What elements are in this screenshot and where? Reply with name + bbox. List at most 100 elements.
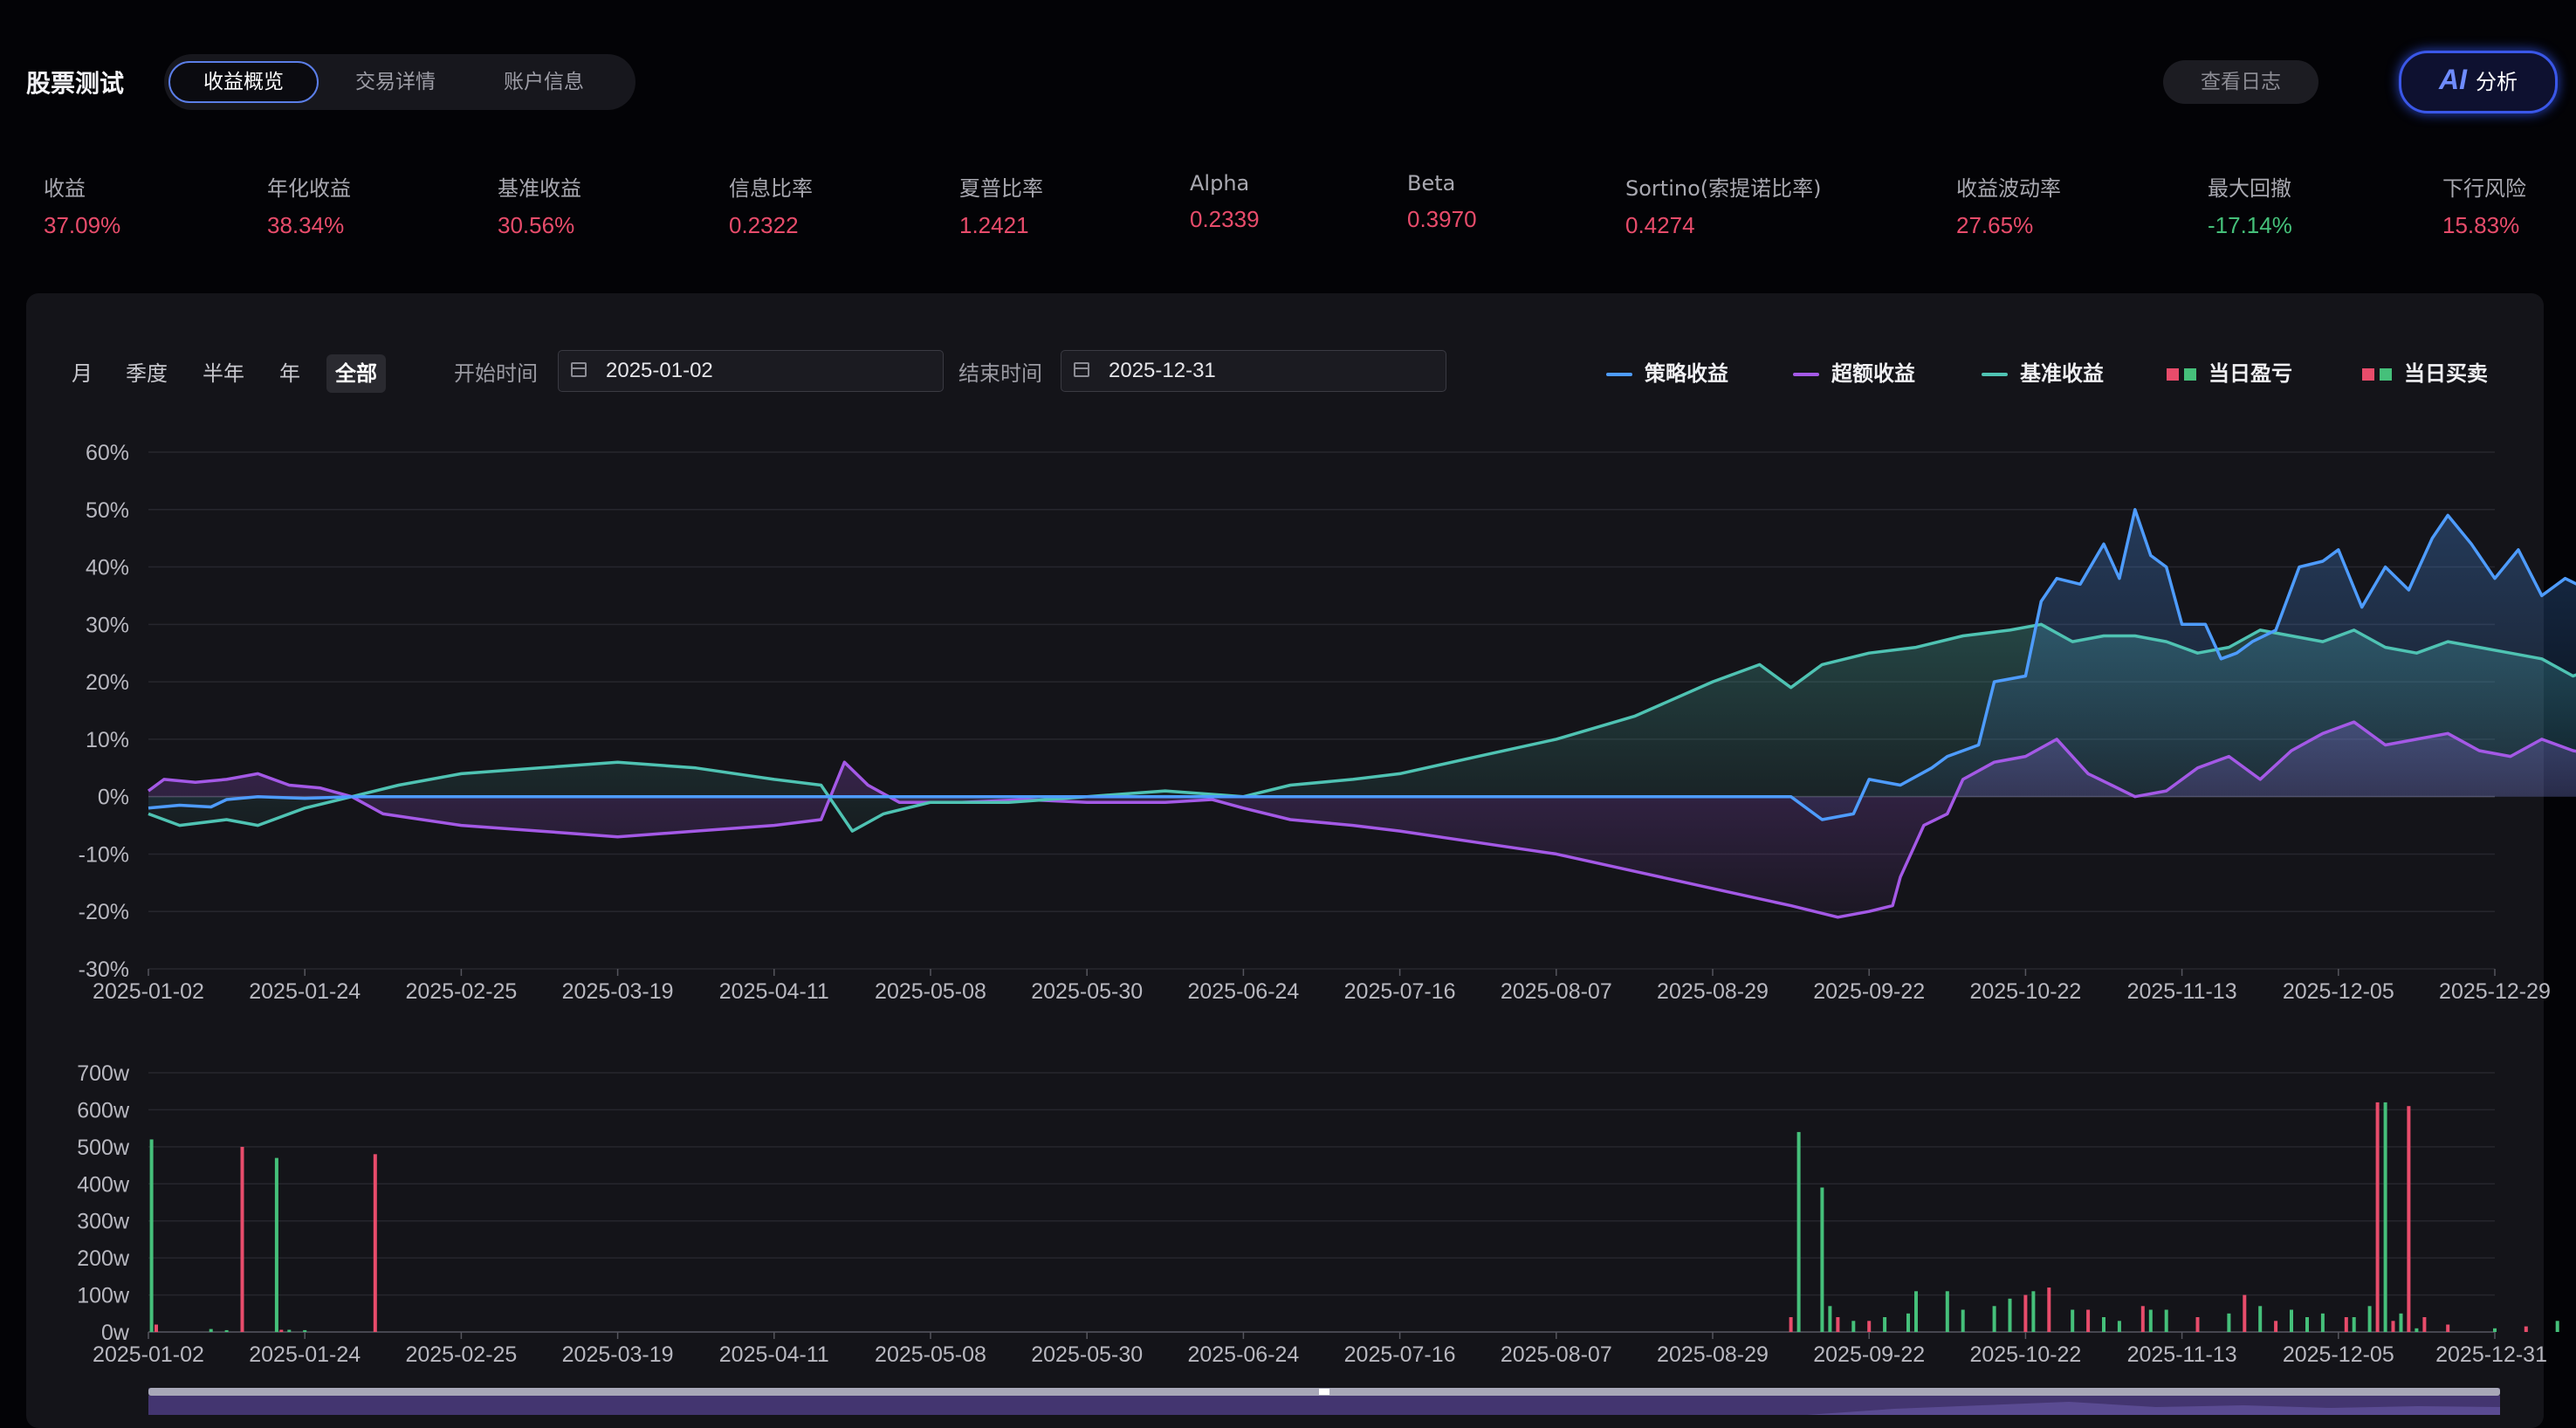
metric-item: 基准收益 30.56% [498, 171, 581, 239]
volume-bar[interactable] [1914, 1291, 1918, 1332]
legend-label: 策略收益 [1645, 361, 1728, 386]
y-tick-label: 30% [86, 613, 129, 637]
tab-overview[interactable]: 收益概览 [168, 61, 319, 103]
volume-bar[interactable] [2524, 1326, 2528, 1332]
volume-bar[interactable] [2320, 1313, 2325, 1332]
volume-bar[interactable] [2140, 1306, 2145, 1332]
volume-bar[interactable] [2415, 1328, 2419, 1332]
volume-bar[interactable] [1836, 1317, 1840, 1332]
volume-bar[interactable] [224, 1329, 229, 1332]
tab-trade-details[interactable]: 交易详情 [330, 61, 461, 103]
volume-bar[interactable] [2290, 1309, 2293, 1333]
y-tick-label: 500w [77, 1136, 130, 1160]
zoom-grip-icon[interactable] [1319, 1389, 1329, 1395]
volume-bar[interactable] [2367, 1306, 2372, 1332]
volume-bar[interactable] [303, 1329, 307, 1332]
volume-bar[interactable] [2258, 1306, 2263, 1332]
volume-bar[interactable] [2227, 1313, 2231, 1332]
volume-bar[interactable] [2399, 1313, 2403, 1332]
period-all[interactable]: 全部 [326, 354, 386, 393]
volume-bar[interactable] [2493, 1328, 2497, 1332]
volume-bar[interactable] [2305, 1317, 2309, 1332]
metric-item: 下行风险 15.83% [2442, 171, 2526, 239]
volume-bar[interactable] [2446, 1324, 2450, 1333]
x-tick-label: 2025-05-30 [1031, 979, 1143, 1004]
volume-bar[interactable] [2422, 1317, 2427, 1332]
legend-excess-return[interactable]: 超额收益 [1793, 356, 1915, 391]
volume-bar[interactable] [287, 1329, 292, 1333]
volume-bar[interactable] [2274, 1321, 2278, 1332]
calendar-icon [571, 362, 587, 377]
volume-bar[interactable] [155, 1324, 158, 1333]
metric-label: 收益 [44, 176, 86, 201]
volume-bar[interactable] [2555, 1321, 2559, 1332]
volume-bar[interactable] [2102, 1317, 2105, 1332]
volume-bar[interactable] [1789, 1317, 1793, 1332]
volume-bar[interactable] [240, 1146, 244, 1332]
metric-value: -17.14% [2208, 212, 2292, 238]
metric-value: 30.56% [498, 212, 575, 238]
y-tick-label: 200w [77, 1246, 130, 1271]
returns-line-chart[interactable]: 60%50%40%30%20%10%0%-10%-20%-30%2025-01-… [0, 428, 2576, 1004]
metric-item: Alpha 0.2339 [1190, 171, 1260, 233]
end-date-input[interactable]: 2025-12-31 [1061, 350, 1446, 392]
volume-bar[interactable] [1867, 1321, 1872, 1332]
x-tick-label: 2025-08-29 [1657, 1342, 1769, 1367]
start-date-input[interactable]: 2025-01-02 [558, 350, 944, 392]
trade-volume-bar-chart[interactable]: 700w 600w 500w 400w 300w 200w 100w 0w2025-01-02… [0, 1052, 2576, 1383]
volume-bar[interactable] [2344, 1317, 2348, 1332]
volume-bar[interactable] [2391, 1321, 2395, 1332]
volume-bar[interactable] [2383, 1102, 2387, 1332]
volume-bar[interactable] [274, 1157, 278, 1332]
y-tick-label: 40% [86, 556, 129, 580]
legend-daily-trades[interactable]: 当日买卖 [2362, 356, 2488, 391]
volume-bar[interactable] [2164, 1309, 2168, 1333]
volume-bar[interactable] [2008, 1298, 2012, 1332]
volume-bar[interactable] [209, 1328, 213, 1332]
tab-account-info[interactable]: 账户信息 [478, 61, 609, 103]
period-year[interactable]: 年 [271, 354, 309, 393]
metric-item: Sortino(索提诺比率) 0.4274 [1625, 171, 1821, 239]
volume-bar[interactable] [1992, 1306, 1996, 1332]
volume-bar[interactable] [1796, 1131, 1801, 1332]
period-half-year[interactable]: 半年 [194, 354, 253, 393]
legend-daily-pnl[interactable]: 当日盈亏 [2167, 356, 2292, 391]
ai-analysis-button[interactable]: AI 分析 [2399, 51, 2558, 113]
volume-bar[interactable] [279, 1329, 284, 1333]
volume-bar[interactable] [2117, 1321, 2121, 1332]
x-tick-label: 2025-05-30 [1031, 1342, 1143, 1367]
volume-bar[interactable] [1945, 1291, 1949, 1332]
period-quarter[interactable]: 季度 [117, 354, 176, 393]
data-zoom-slider[interactable] [148, 1388, 2500, 1415]
volume-bar[interactable] [2086, 1309, 2091, 1333]
volume-bar[interactable] [2148, 1309, 2153, 1333]
app-title: 股票测试 [26, 69, 125, 98]
volume-bar[interactable] [2243, 1294, 2247, 1332]
view-log-button[interactable]: 查看日志 [2163, 60, 2318, 104]
volume-bar[interactable] [373, 1154, 377, 1332]
volume-bar[interactable] [2375, 1102, 2380, 1332]
volume-bar[interactable] [2407, 1106, 2411, 1332]
legend-benchmark-return[interactable]: 基准收益 [1982, 356, 2104, 391]
volume-bar[interactable] [2031, 1291, 2036, 1332]
y-tick-label: 300w [77, 1210, 130, 1234]
volume-bar[interactable] [2195, 1317, 2200, 1332]
volume-bar[interactable] [1883, 1317, 1887, 1332]
metric-value: 37.09% [44, 212, 121, 238]
end-date-label: 结束时间 [958, 361, 1042, 386]
volume-bar[interactable] [2071, 1309, 2075, 1333]
y-tick-label: 100w [77, 1284, 130, 1308]
volume-bar[interactable] [1820, 1187, 1824, 1333]
x-tick-label: 2025-06-24 [1187, 979, 1299, 1004]
volume-bar[interactable] [1961, 1309, 1965, 1333]
volume-bar[interactable] [1851, 1321, 1856, 1332]
period-month[interactable]: 月 [63, 354, 101, 393]
volume-bar[interactable] [2047, 1287, 2051, 1332]
volume-bar[interactable] [2023, 1294, 2028, 1332]
volume-bar[interactable] [1906, 1313, 1910, 1332]
volume-bar[interactable] [149, 1139, 154, 1332]
volume-bar[interactable] [1828, 1306, 1832, 1332]
metric-value: 38.34% [267, 212, 345, 238]
legend-strategy-return[interactable]: 策略收益 [1606, 356, 1728, 391]
volume-bar[interactable] [2352, 1317, 2356, 1332]
